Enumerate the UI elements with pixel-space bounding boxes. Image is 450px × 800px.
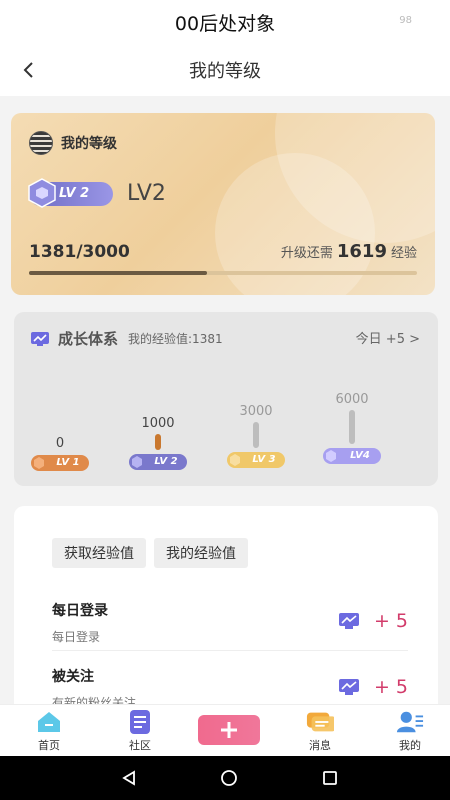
progress-count: 1381/3000	[29, 242, 130, 262]
level-step-label: LV 1	[56, 457, 80, 468]
level-badge-label: LV 2	[59, 186, 90, 201]
tab-profile[interactable]: 我的	[380, 709, 440, 753]
task-item-followed[interactable]: 被关注 有新的粉丝关注 + 5	[52, 666, 408, 704]
level-step-pill: LV 3	[227, 452, 285, 468]
level-step-4: 6000 LV4	[320, 392, 384, 464]
triangle-back-icon	[122, 770, 135, 786]
level-step-bar	[155, 434, 161, 450]
card-title: 我的等级	[61, 136, 117, 152]
level-step-pill: LV 1	[31, 455, 89, 471]
level-step-1: 0 LV 1	[28, 436, 92, 471]
chart-icon	[31, 331, 49, 346]
growth-exp: 我的经验值:1381	[128, 332, 223, 346]
post-button[interactable]	[198, 715, 260, 745]
divider	[52, 650, 408, 651]
level-step-pill: LV 2	[129, 454, 187, 470]
level-badge: LV 2	[28, 177, 113, 208]
growth-card: 成长体系 我的经验值:1381 今日 +5 > 0 LV 1 1000 LV 2…	[14, 312, 438, 486]
community-icon	[126, 709, 154, 735]
level-step-value: 3000	[239, 404, 273, 419]
main-content[interactable]: 我的等级 LV 2 LV2 1381/3000 升级还需 1619 经验 成长体…	[0, 96, 450, 704]
level-hexagon-icon	[326, 450, 336, 462]
growth-title: 成长体系	[58, 330, 119, 348]
back-button[interactable]	[12, 54, 44, 86]
tab-label: 社区	[129, 739, 151, 752]
level-step-value: 1000	[141, 416, 175, 431]
message-icon	[306, 709, 334, 735]
tab-label: 消息	[309, 739, 331, 752]
reward-value: + 5	[373, 610, 408, 632]
exp-icon	[338, 679, 359, 695]
need-prefix: 升级还需	[280, 246, 333, 261]
app-title: 00后处对象	[174, 12, 276, 35]
level-card: 我的等级 LV 2 LV2 1381/3000 升级还需 1619 经验	[11, 113, 435, 295]
level-step-value: 0	[55, 436, 65, 451]
level-step-label: LV 2	[154, 456, 178, 467]
task-item-daily-login[interactable]: 每日登录 每日登录 + 5	[52, 600, 408, 645]
task-card: 获取经验值 我的经验值 每日登录 每日登录 + 5 被关注 有新的粉丝关注 + …	[14, 506, 438, 704]
progress-bar	[29, 271, 417, 275]
level-text: LV2	[127, 181, 166, 206]
level-step-pill: LV4	[323, 448, 381, 464]
task-reward: + 5	[338, 676, 408, 698]
progress-row: 1381/3000 升级还需 1619 经验	[29, 241, 417, 262]
level-hexagon-icon	[28, 177, 56, 208]
exp-icon	[338, 613, 359, 629]
tab-home[interactable]: 首页	[19, 709, 79, 753]
upgrade-need: 升级还需 1619 经验	[281, 241, 417, 262]
plus-icon	[221, 722, 237, 738]
status-indicator: 98	[399, 15, 412, 26]
level-hexagon-icon	[132, 456, 142, 468]
square-recents-icon	[323, 771, 337, 785]
card-header: 我的等级	[29, 131, 117, 155]
tab-community[interactable]: 社区	[110, 709, 170, 753]
status-bar: 00后处对象 98	[0, 0, 450, 44]
page-title: 我的等级	[189, 61, 261, 82]
tab-messages[interactable]: 消息	[290, 709, 350, 753]
task-reward: + 5	[338, 610, 408, 632]
system-nav-bar	[0, 756, 450, 800]
circle-home-icon	[221, 770, 237, 786]
home-icon	[35, 709, 63, 735]
level-step-label: LV 3	[252, 454, 276, 465]
tab-get-exp[interactable]: 获取经验值	[52, 538, 146, 568]
level-step-2: 1000 LV 2	[126, 416, 190, 470]
system-recents-button[interactable]	[318, 766, 342, 790]
level-row: LV 2 LV2	[28, 177, 166, 208]
nav-bar: 我的等级	[0, 44, 450, 96]
level-step-bar	[253, 422, 259, 448]
tab-my-exp[interactable]: 我的经验值	[154, 538, 248, 568]
tab-label: 首页	[38, 739, 60, 752]
growth-header: 成长体系 我的经验值:1381	[30, 328, 223, 349]
level-hexagon-icon	[230, 454, 240, 466]
system-home-button[interactable]	[217, 766, 241, 790]
progress-fill	[29, 271, 208, 275]
need-suffix: 经验	[390, 246, 417, 261]
today-exp-link[interactable]: 今日 +5 >	[356, 328, 420, 347]
level-step-value: 6000	[335, 392, 369, 407]
profile-icon	[396, 709, 424, 735]
level-step-label: LV4	[350, 450, 370, 461]
tab-label: 我的	[399, 739, 421, 752]
level-step-3: 3000 LV 3	[224, 404, 288, 468]
reward-value: + 5	[373, 676, 408, 698]
system-back-button[interactable]	[117, 766, 141, 790]
avatar[interactable]	[29, 131, 53, 155]
need-value: 1619	[336, 241, 387, 262]
chevron-left-icon	[23, 62, 33, 78]
level-step-bar	[349, 410, 355, 444]
bottom-tab-bar: 首页 社区 消息 我的	[0, 704, 450, 756]
level-hexagon-icon	[34, 457, 44, 469]
task-tabs: 获取经验值 我的经验值	[52, 538, 248, 568]
